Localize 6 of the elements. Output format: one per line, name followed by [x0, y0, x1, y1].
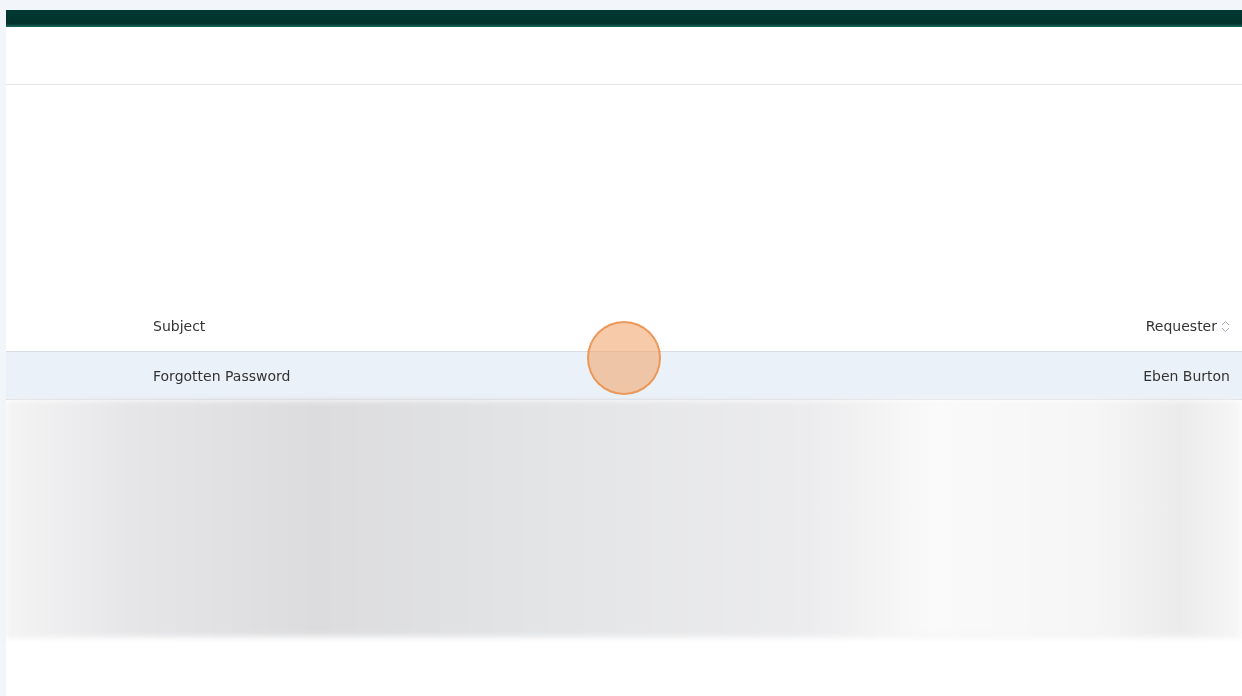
table-row[interactable]: Forgotten Password Eben Burton [6, 352, 1242, 400]
table-cell: Eben Burton [1143, 367, 1230, 384]
column-header[interactable]: Requester [1145, 318, 1217, 334]
table-cell-text: Forgotten Password [153, 367, 292, 384]
sort-icon[interactable] [1221, 319, 1230, 333]
column-header[interactable]: Subject [153, 318, 206, 334]
